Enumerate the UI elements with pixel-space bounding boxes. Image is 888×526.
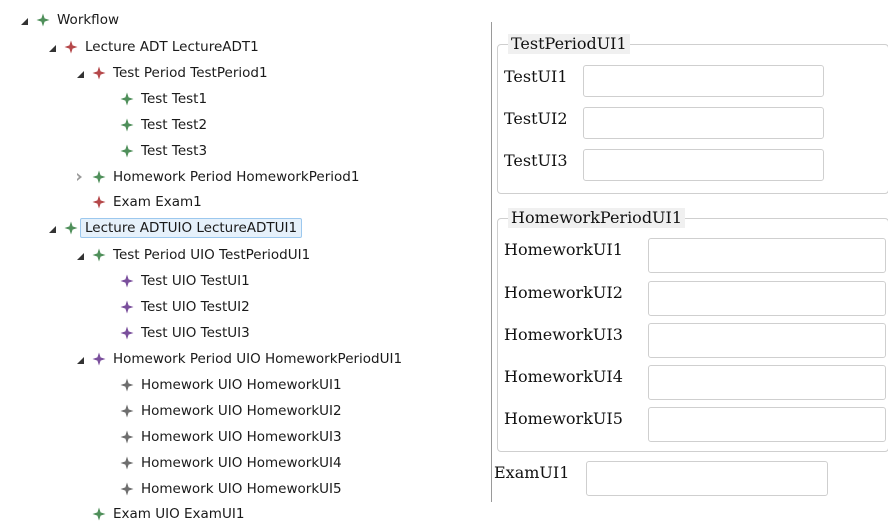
tree-node-label: Homework Period UIO HomeworkPeriodUI1 [113, 351, 403, 367]
homework-uio-node-icon [120, 404, 134, 418]
tree-node-label: Test UIO TestUI1 [141, 273, 250, 289]
tree-node-label: Lecture ADT LectureADT1 [85, 39, 259, 55]
test-ui1-field[interactable] [583, 65, 824, 97]
tree-node-hw-uio3[interactable]: Homework UIO HomeworkUI3 [102, 425, 342, 449]
tree-node-lecture-adt[interactable]: Lecture ADT LectureADT1 [46, 35, 259, 59]
tree-node-label: Lecture ADTUIO LectureADTUI1 [80, 218, 303, 238]
tree-node-label: Homework UIO HomeworkUI4 [141, 455, 342, 471]
tree-node-test2[interactable]: Test Test2 [102, 113, 207, 137]
test-uio-node-icon [120, 274, 134, 288]
homework-uio-node-icon [120, 482, 134, 496]
group-title: HomeworkPeriodUI1 [508, 208, 686, 228]
tree-node-test-uio3[interactable]: Test UIO TestUI3 [102, 321, 250, 345]
homework-ui3-label: HomeworkUI3 [504, 325, 623, 344]
tree-node-label: Test UIO TestUI3 [141, 325, 250, 341]
homework-ui3-field[interactable] [648, 323, 886, 358]
test-ui3-field[interactable] [583, 149, 824, 181]
tree-node-label: Test Period TestPeriod1 [113, 65, 268, 81]
exam-ui1-label: ExamUI1 [494, 463, 570, 482]
homework-ui4-field[interactable] [648, 365, 886, 400]
lecture-uio-node-icon [64, 221, 78, 235]
homework-ui1-field[interactable] [648, 238, 886, 273]
homework-uio-node-icon [120, 430, 134, 444]
homework-ui2-field[interactable] [648, 281, 886, 316]
tree-node-label: Homework UIO HomeworkUI2 [141, 403, 342, 419]
group-title: TestPeriodUI1 [508, 34, 630, 54]
test-uio-node-icon [120, 300, 134, 314]
tree-node-exam[interactable]: Exam Exam1 [74, 190, 202, 214]
test-node-icon [120, 92, 134, 106]
tree-node-test3[interactable]: Test Test3 [102, 139, 207, 163]
triangle-expanded-icon[interactable] [46, 42, 56, 52]
test-ui3-label: TestUI3 [504, 151, 568, 170]
test-uio-node-icon [120, 326, 134, 340]
tree-node-test1[interactable]: Test Test1 [102, 87, 207, 111]
triangle-expanded-icon[interactable] [74, 250, 84, 260]
workflow-tree: Workflow Lecture ADT LectureADT1 Test Pe… [0, 0, 490, 522]
test-ui2-field[interactable] [583, 107, 824, 139]
tree-node-label: Test UIO TestUI2 [141, 299, 250, 315]
tree-node-label: Workflow [57, 12, 119, 28]
tree-node-label: Homework UIO HomeworkUI5 [141, 481, 342, 497]
tree-node-homework-period[interactable]: Homework Period HomeworkPeriod1 [74, 165, 359, 189]
exam-ui1-field[interactable] [586, 461, 828, 496]
panel-divider[interactable] [491, 22, 492, 502]
test-node-icon [120, 118, 134, 132]
tree-node-label: Homework UIO HomeworkUI3 [141, 429, 342, 445]
exam-uio-node-icon [92, 507, 106, 521]
homework-uio-node-icon [120, 378, 134, 392]
triangle-collapsed-icon[interactable] [74, 172, 84, 182]
homework-ui5-field[interactable] [648, 407, 886, 442]
test-period-uio-node-icon [92, 248, 106, 262]
workflow-node-icon [36, 13, 50, 27]
tree-node-label: Test Test2 [141, 117, 208, 133]
tree-node-test-period-uio[interactable]: Test Period UIO TestPeriodUI1 [74, 243, 310, 267]
tree-node-test-uio2[interactable]: Test UIO TestUI2 [102, 295, 250, 319]
tree-node-label: Test Period UIO TestPeriodUI1 [113, 247, 311, 263]
tree-node-homework-period-uio[interactable]: Homework Period UIO HomeworkPeriodUI1 [74, 347, 402, 371]
triangle-expanded-icon[interactable] [18, 15, 28, 25]
tree-node-workflow[interactable]: Workflow [18, 8, 119, 32]
homework-ui5-label: HomeworkUI5 [504, 409, 623, 428]
tree-node-hw-uio5[interactable]: Homework UIO HomeworkUI5 [102, 477, 342, 501]
tree-node-label: Test Test3 [141, 143, 208, 159]
homework-period-node-icon [92, 170, 106, 184]
tree-node-label: Exam Exam1 [113, 194, 202, 210]
tree-node-label: Homework UIO HomeworkUI1 [141, 377, 342, 393]
tree-node-hw-uio4[interactable]: Homework UIO HomeworkUI4 [102, 451, 342, 475]
homework-uio-node-icon [120, 456, 134, 470]
homework-period-uio-node-icon [92, 352, 106, 366]
tree-node-label: Test Test1 [141, 91, 208, 107]
homework-ui2-label: HomeworkUI2 [504, 283, 623, 302]
test-node-icon [120, 144, 134, 158]
tree-node-test-uio1[interactable]: Test UIO TestUI1 [102, 269, 250, 293]
triangle-expanded-icon[interactable] [46, 223, 56, 233]
tree-node-label: Exam UIO ExamUI1 [113, 506, 245, 522]
triangle-expanded-icon[interactable] [74, 68, 84, 78]
test-ui1-label: TestUI1 [504, 67, 568, 86]
tree-node-hw-uio2[interactable]: Homework UIO HomeworkUI2 [102, 399, 342, 423]
tree-node-label: Homework Period HomeworkPeriod1 [113, 169, 360, 185]
homework-ui4-label: HomeworkUI4 [504, 367, 623, 386]
test-ui2-label: TestUI2 [504, 109, 568, 128]
test-period-node-icon [92, 66, 106, 80]
triangle-expanded-icon[interactable] [74, 354, 84, 364]
tree-node-exam-uio[interactable]: Exam UIO ExamUI1 [74, 502, 244, 526]
tree-node-lecture-uio[interactable]: Lecture ADTUIO LectureADTUI1 [46, 216, 303, 240]
lecture-node-icon [64, 40, 78, 54]
tree-node-hw-uio1[interactable]: Homework UIO HomeworkUI1 [102, 373, 342, 397]
exam-node-icon [92, 195, 106, 209]
tree-node-test-period[interactable]: Test Period TestPeriod1 [74, 61, 268, 85]
homework-ui1-label: HomeworkUI1 [504, 240, 623, 259]
